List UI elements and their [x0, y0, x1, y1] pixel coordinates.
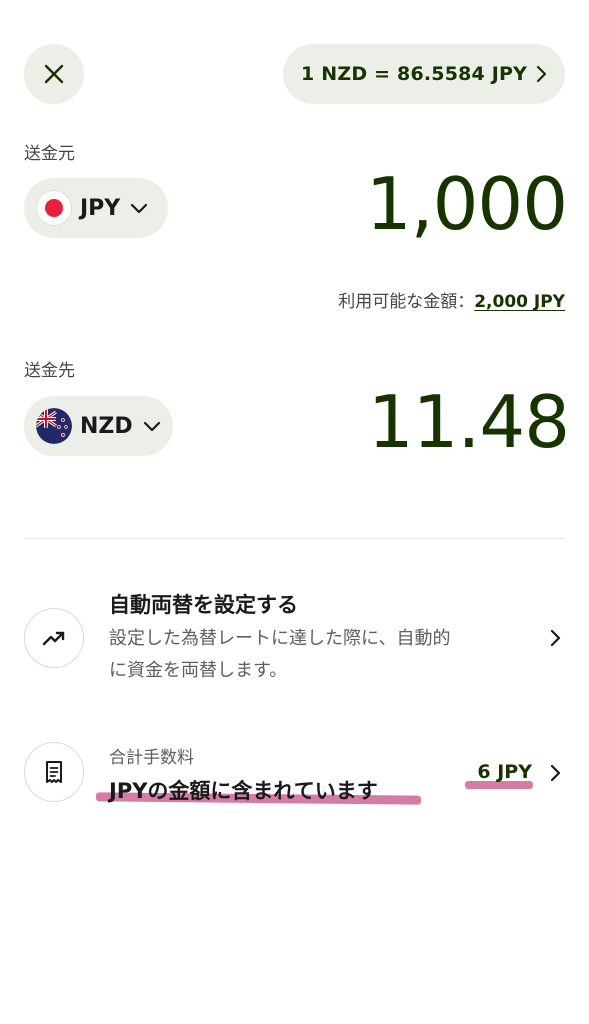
- from-currency-selector[interactable]: JPY: [24, 178, 168, 238]
- exchange-rate-button[interactable]: 1 NZD = 86.5584 JPY: [283, 44, 565, 104]
- exchange-rate-label: 1 NZD = 86.5584 JPY: [301, 63, 528, 85]
- auto-exchange-title: 自動両替を設定する: [109, 593, 298, 617]
- to-currency-selector[interactable]: NZD: [24, 396, 173, 456]
- from-label: 送金元: [24, 144, 75, 164]
- divider: [24, 538, 565, 539]
- fee-label: 合計手数料: [109, 748, 194, 768]
- chevron-right-icon: [549, 629, 561, 647]
- available-balance: 利用可能な金額：2,000 JPY: [338, 287, 565, 312]
- japan-flag-icon: [36, 190, 72, 226]
- auto-exchange-row[interactable]: 自動両替を設定する 設定した為替レートに達した際に、自動的 に資金を両替します。: [24, 585, 565, 690]
- chevron-right-icon: [535, 65, 547, 83]
- chevron-right-icon: [549, 764, 561, 782]
- trending-up-icon: [24, 608, 84, 668]
- fee-row[interactable]: 合計手数料 JPYの金額に含まれています 6 JPY: [24, 735, 565, 820]
- fee-description: JPYの金額に含まれています: [109, 779, 378, 803]
- close-button[interactable]: [24, 44, 84, 104]
- to-amount-input[interactable]: 11.48: [368, 380, 570, 464]
- from-amount-input[interactable]: 1,000: [366, 162, 568, 246]
- available-balance-link[interactable]: 2,000 JPY: [474, 292, 565, 312]
- to-label: 送金先: [24, 361, 75, 381]
- auto-exchange-desc-line2: に資金を両替します。: [109, 660, 288, 681]
- new-zealand-flag-icon: [36, 408, 72, 444]
- fee-value: 6 JPY: [477, 761, 532, 783]
- auto-exchange-desc-line1: 設定した為替レートに達した際に、自動的: [109, 628, 451, 649]
- receipt-icon: [24, 742, 84, 802]
- chevron-down-icon: [143, 420, 161, 432]
- close-icon: [43, 63, 65, 85]
- chevron-down-icon: [130, 202, 148, 214]
- from-currency-code: JPY: [80, 195, 121, 221]
- to-currency-code: NZD: [80, 413, 133, 439]
- available-balance-prefix: 利用可能な金額：: [338, 292, 475, 312]
